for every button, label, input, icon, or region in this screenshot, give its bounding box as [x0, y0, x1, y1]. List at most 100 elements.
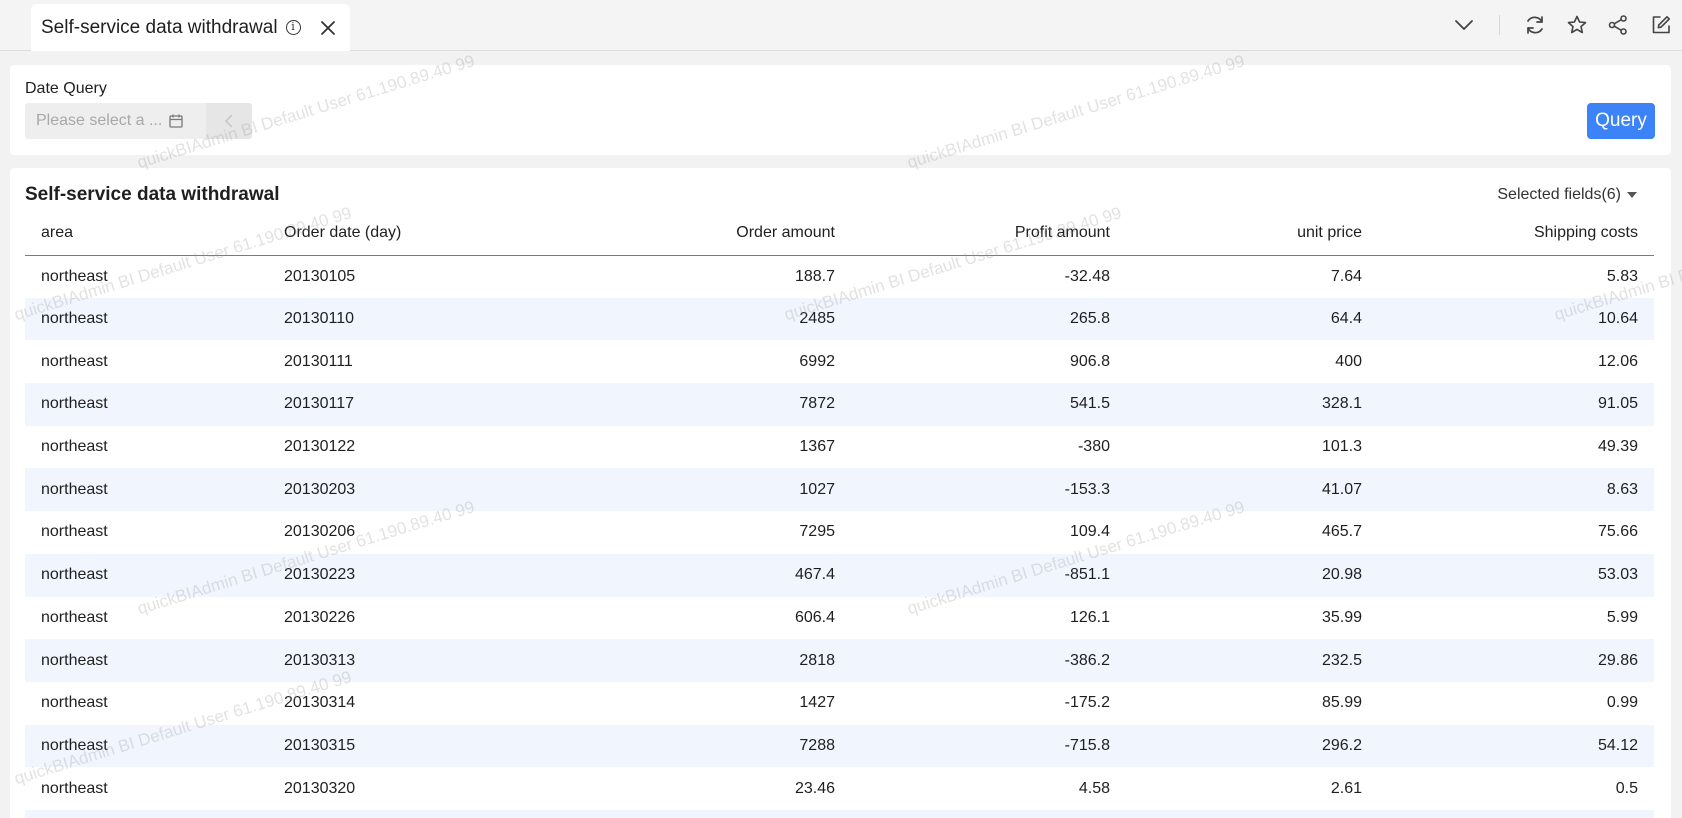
cell-profit-amount: 541.5	[851, 383, 1126, 426]
cell-area: northeast	[25, 724, 268, 768]
cell-area: northeast	[41, 523, 108, 541]
cell-profit-amount: 126.1	[1069, 608, 1110, 626]
chevron-down-icon[interactable]	[1451, 12, 1477, 38]
table-row[interactable]: northeast 20130320 23.46 4.58 2.61 0.5	[25, 767, 1654, 810]
cell-order-date: 20130320	[284, 779, 356, 797]
chevron-left-icon	[224, 114, 233, 128]
cell-order-date: 20130117	[268, 383, 568, 426]
cell-order-amount: 1367	[799, 438, 835, 456]
cell-area: northeast	[25, 383, 268, 426]
cell-order-date: 20130122	[284, 438, 356, 456]
table-header-row: area Order date (day) Order amount Profi…	[25, 212, 1654, 256]
star-icon[interactable]	[1564, 12, 1590, 38]
cell-shipping-costs: 91.05	[1378, 383, 1654, 426]
query-button[interactable]: Query	[1587, 103, 1655, 139]
cell-unit-price: 328.1	[1126, 383, 1378, 426]
cell-unit-price: 2.61	[1330, 779, 1362, 797]
column-header-shipping-costs[interactable]: Shipping costs	[1378, 212, 1654, 256]
cell-unit-price: 20.98	[1126, 553, 1378, 597]
date-prev-button[interactable]	[206, 103, 252, 139]
toolbar-divider	[1499, 15, 1500, 35]
cell-order-date: 20130315	[268, 724, 568, 768]
cell-profit-amount: -175.2	[1064, 694, 1110, 712]
cell-unit-price: 232.5	[1126, 639, 1378, 682]
cell-order-amount: 606.4	[794, 608, 835, 626]
cell-order-amount: 2485	[568, 297, 851, 341]
cell-shipping-costs: 53.03	[1378, 553, 1654, 597]
column-header-order-date[interactable]: Order date (day)	[268, 212, 568, 256]
cell-area: northeast	[41, 352, 108, 370]
column-header-area[interactable]: area	[25, 212, 268, 256]
cell-order-date: 20130226	[284, 608, 356, 626]
cell-shipping-costs: 29.86	[1378, 639, 1654, 682]
panel-title: Self-service data withdrawal	[25, 184, 280, 205]
cell-profit-amount: -32.48	[1064, 267, 1110, 285]
cell-order-date: 20130203	[268, 468, 568, 512]
cell-shipping-costs: 0.5	[1615, 779, 1638, 797]
cell-profit-amount: -386.2	[851, 639, 1126, 682]
date-query-label: Date Query	[25, 80, 107, 97]
query-panel: Date Query Query	[10, 65, 1671, 155]
cell-unit-price: 35.99	[1321, 608, 1362, 626]
cell-shipping-costs: 0.99	[1606, 694, 1638, 712]
cell-shipping-costs: 54.12	[1378, 724, 1654, 768]
table-row[interactable]: northeast 20130122 1367 -380 101.3 49.39	[25, 426, 1654, 469]
cell-order-date: 20130206	[284, 523, 356, 541]
cell-area: northeast	[41, 779, 108, 797]
date-picker[interactable]	[25, 103, 252, 139]
table-row[interactable]: northeast 20130105 188.7 -32.48 7.64 5.8…	[25, 255, 1654, 298]
table-row[interactable]	[25, 809, 1654, 818]
cell-unit-price: 41.07	[1126, 468, 1378, 512]
table-row[interactable]: northeast 20130223 467.4 -851.1 20.98 53…	[25, 553, 1654, 597]
table-row[interactable]: northeast 20130226 606.4 126.1 35.99 5.9…	[25, 597, 1654, 640]
table-row[interactable]: northeast 20130203 1027 -153.3 41.07 8.6…	[25, 468, 1654, 512]
cell-unit-price: 101.3	[1321, 438, 1362, 456]
cell-area: northeast	[25, 553, 268, 597]
cell-unit-price: 296.2	[1126, 724, 1378, 768]
table-row[interactable]: northeast 20130206 7295 109.4 465.7 75.6…	[25, 511, 1654, 554]
cell-order-date: 20130314	[284, 694, 356, 712]
cell-shipping-costs: 49.39	[1597, 438, 1638, 456]
cell-shipping-costs: 5.99	[1606, 608, 1638, 626]
calendar-icon	[169, 114, 183, 128]
cell-order-amount: 1427	[799, 694, 835, 712]
date-input[interactable]	[36, 112, 166, 130]
table-row[interactable]: northeast 20130313 2818 -386.2 232.5 29.…	[25, 639, 1654, 682]
column-header-profit-amount[interactable]: Profit amount	[851, 212, 1126, 256]
table-row[interactable]: northeast 20130110 2485 265.8 64.4 10.64	[25, 297, 1654, 341]
cell-area: northeast	[25, 297, 268, 341]
cell-order-date: 20130223	[268, 553, 568, 597]
cell-unit-price: 400	[1335, 352, 1362, 370]
cell-order-amount: 1027	[568, 468, 851, 512]
cell-profit-amount: 109.4	[1069, 523, 1110, 541]
cell-unit-price: 85.99	[1321, 694, 1362, 712]
cell-profit-amount: -153.3	[851, 468, 1126, 512]
cell-profit-amount: -715.8	[851, 724, 1126, 768]
edit-icon[interactable]	[1648, 12, 1674, 38]
table-row[interactable]: northeast 20130314 1427 -175.2 85.99 0.9…	[25, 682, 1654, 725]
cell-shipping-costs: 8.63	[1378, 468, 1654, 512]
table-row[interactable]: northeast 20130111 6992 906.8 400 12.06	[25, 340, 1654, 383]
cell-area: northeast	[41, 694, 108, 712]
share-icon[interactable]	[1605, 12, 1631, 38]
caret-down-icon	[1627, 192, 1637, 198]
cell-order-amount: 467.4	[568, 553, 851, 597]
cell-shipping-costs: 10.64	[1378, 297, 1654, 341]
cell-shipping-costs: 5.83	[1606, 267, 1638, 285]
refresh-icon[interactable]	[1522, 12, 1548, 38]
column-header-unit-price[interactable]: unit price	[1126, 212, 1378, 256]
table-panel: Self-service data withdrawal Selected fi…	[10, 168, 1671, 818]
cell-order-amount: 7872	[568, 383, 851, 426]
selected-fields-label: Selected fields(6)	[1497, 186, 1621, 203]
table-row[interactable]: northeast 20130315 7288 -715.8 296.2 54.…	[25, 724, 1654, 768]
cell-order-date: 20130111	[284, 352, 353, 370]
table-row[interactable]: northeast 20130117 7872 541.5 328.1 91.0…	[25, 383, 1654, 426]
selected-fields-dropdown[interactable]: Selected fields(6)	[1497, 186, 1637, 204]
cell-shipping-costs: 75.66	[1597, 523, 1638, 541]
cell-order-amount: 2818	[568, 639, 851, 682]
cell-profit-amount: 265.8	[851, 297, 1126, 341]
cell-area: northeast	[41, 267, 108, 285]
cell-order-date: 20130105	[284, 267, 356, 285]
cell-profit-amount: 906.8	[1069, 352, 1110, 370]
column-header-order-amount[interactable]: Order amount	[568, 212, 851, 256]
